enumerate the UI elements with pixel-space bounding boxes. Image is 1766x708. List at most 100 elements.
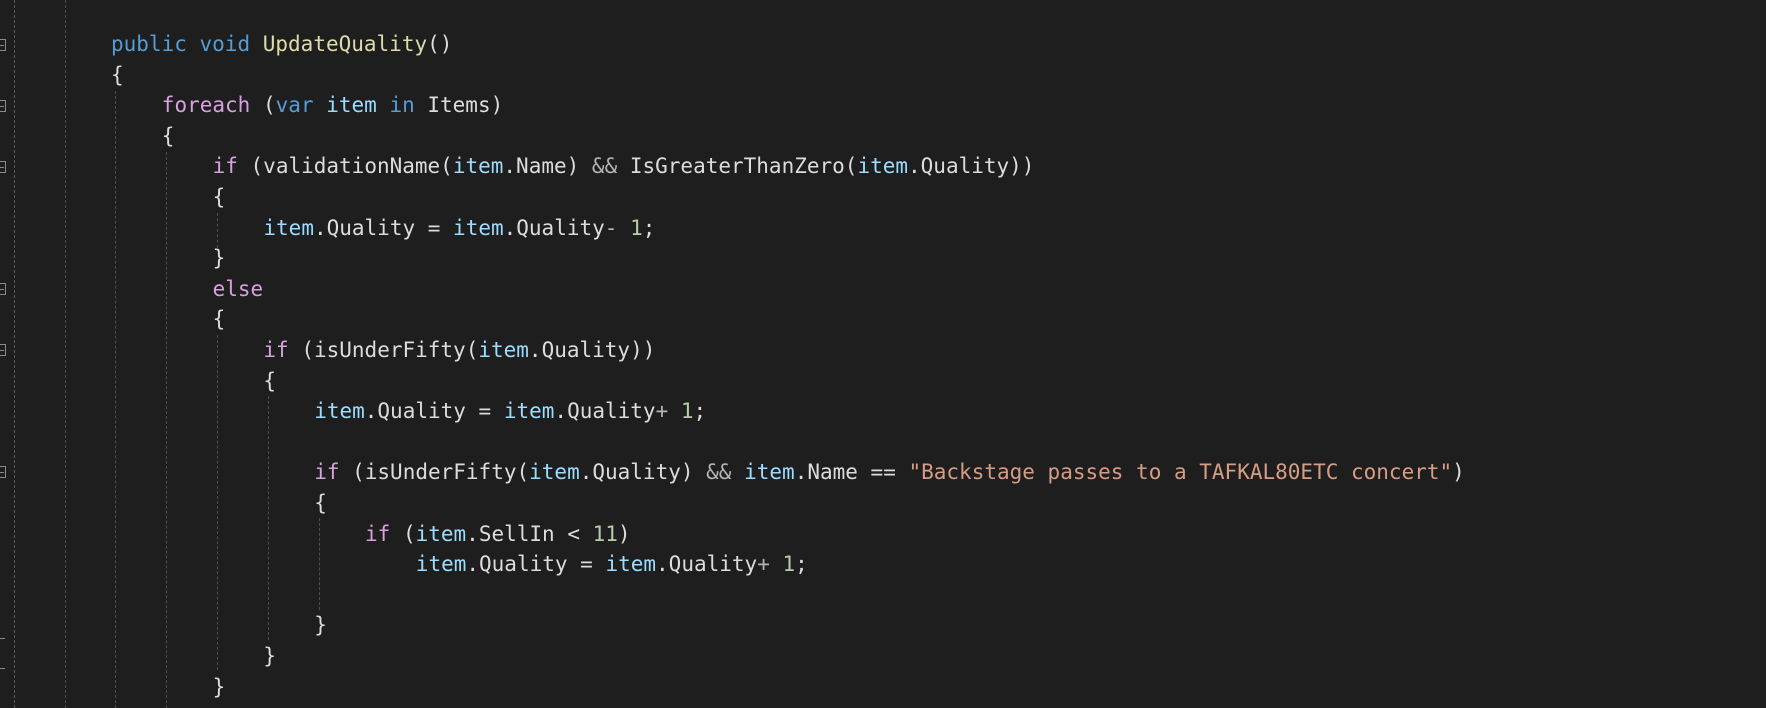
code-token: .SellIn <	[466, 521, 593, 546]
code-token: UpdateQuality	[262, 32, 428, 56]
code-line[interactable]: if (isUnderFifty(item.Quality))	[263, 335, 655, 365]
indent-guide-foreach	[166, 152, 167, 708]
code-token: item	[857, 154, 909, 179]
code-token: var	[275, 93, 314, 118]
code-token: in	[389, 93, 415, 118]
code-token: .Quality =	[364, 399, 504, 424]
code-token: ;	[642, 215, 656, 240]
code-token: {	[212, 307, 226, 332]
code-token: item	[744, 460, 795, 485]
code-line[interactable]: if (validationName(item.Name) && IsGreat…	[213, 151, 1035, 181]
collapse-foreach-icon[interactable]	[0, 100, 6, 112]
collapse-else-icon[interactable]	[0, 283, 6, 295]
code-token: {	[263, 368, 277, 393]
code-line[interactable]: item.Quality = item.Quality- 1;	[263, 213, 655, 243]
code-line[interactable]: {	[314, 488, 327, 518]
code-token: ()	[427, 32, 453, 56]
code-line[interactable]: }	[213, 243, 226, 273]
code-token: void	[199, 32, 251, 56]
code-token: +	[757, 552, 770, 577]
indent-guide-else	[217, 335, 218, 670]
code-token: item	[529, 460, 580, 485]
code-line[interactable]: if (isUnderFifty(item.Quality) && item.N…	[314, 457, 1465, 487]
code-line[interactable]: {	[111, 60, 124, 90]
code-token: item	[452, 154, 504, 179]
code-token: }	[212, 674, 226, 699]
code-token: "Backstage passes to a TAFKAL80ETC conce…	[908, 460, 1453, 485]
code-line[interactable]: }	[314, 610, 327, 640]
code-token: {	[111, 62, 124, 87]
code-token: .Quality	[503, 215, 605, 240]
code-line[interactable]: if (item.SellIn < 11)	[365, 519, 631, 549]
code-token: 1	[782, 552, 796, 577]
code-token: if	[365, 521, 391, 546]
code-token: {	[161, 123, 175, 148]
code-line[interactable]: {	[213, 182, 226, 212]
code-line[interactable]: item.Quality = item.Quality+ 1;	[416, 549, 808, 579]
code-token: if	[263, 338, 289, 362]
code-token: IsGreaterThanZero(	[617, 154, 858, 179]
code-line[interactable]: public void UpdateQuality()	[111, 29, 452, 59]
code-token: (isUnderFifty(	[339, 460, 530, 485]
code-line[interactable]: {	[162, 121, 175, 151]
code-token: (	[390, 521, 416, 546]
code-token: .Name)	[503, 154, 592, 179]
code-token: item	[415, 521, 467, 546]
code-token: &&	[591, 154, 618, 179]
code-token: item	[453, 215, 504, 240]
code-line[interactable]: }	[263, 641, 276, 671]
code-token: &&	[706, 460, 732, 485]
code-token: }	[212, 246, 226, 271]
code-token: .Quality =	[313, 215, 454, 240]
outlining-margin	[0, 0, 60, 708]
indent-guide-class	[65, 0, 66, 708]
code-token: ;	[795, 552, 808, 577]
code-token: if	[314, 460, 340, 485]
collapse-if-icon[interactable]	[0, 161, 6, 173]
code-token: item	[263, 215, 314, 240]
fold-end-marker-icon	[0, 638, 5, 639]
code-line[interactable]: item.Quality = item.Quality+ 1;	[314, 396, 706, 426]
code-token: (	[250, 93, 276, 118]
code-token: item	[326, 93, 377, 118]
code-token: {	[212, 185, 226, 209]
code-line[interactable]: {	[213, 304, 226, 334]
fold-end-marker-icon	[0, 668, 5, 669]
code-token: (isUnderFifty(	[288, 338, 479, 362]
code-token: .Name ==	[794, 460, 909, 485]
code-token: 1	[630, 215, 643, 240]
code-token: {	[314, 491, 327, 515]
code-line[interactable]: else	[213, 274, 264, 304]
code-token: +	[655, 399, 669, 424]
margin-guide	[14, 0, 15, 708]
code-token: item	[478, 338, 529, 362]
indent-guide-backstage-if	[319, 518, 320, 610]
code-token: item	[415, 552, 467, 577]
code-line[interactable]: foreach (var item in Items)	[162, 90, 503, 120]
code-token: ;	[693, 399, 707, 424]
code-token: foreach	[161, 93, 251, 118]
collapse-method-icon[interactable]	[0, 39, 6, 51]
code-token: )	[617, 521, 631, 546]
code-line[interactable]: }	[213, 672, 226, 702]
code-token: -	[604, 215, 618, 240]
code-token: if	[212, 154, 238, 179]
code-token: 1	[680, 399, 694, 424]
code-token: )	[1452, 460, 1465, 485]
code-token: .Quality	[554, 399, 656, 424]
code-token: public	[111, 32, 187, 56]
code-line[interactable]: {	[263, 366, 276, 396]
collapse-backstage-if-icon[interactable]	[0, 466, 6, 478]
collapse-inner-if-icon[interactable]	[0, 344, 6, 356]
code-token: else	[212, 276, 264, 301]
code-token: }	[263, 644, 277, 668]
indent-guide-method	[115, 91, 116, 708]
code-editor[interactable]: public void UpdateQuality(){foreach (var…	[0, 0, 1766, 708]
code-token: item	[605, 552, 657, 577]
